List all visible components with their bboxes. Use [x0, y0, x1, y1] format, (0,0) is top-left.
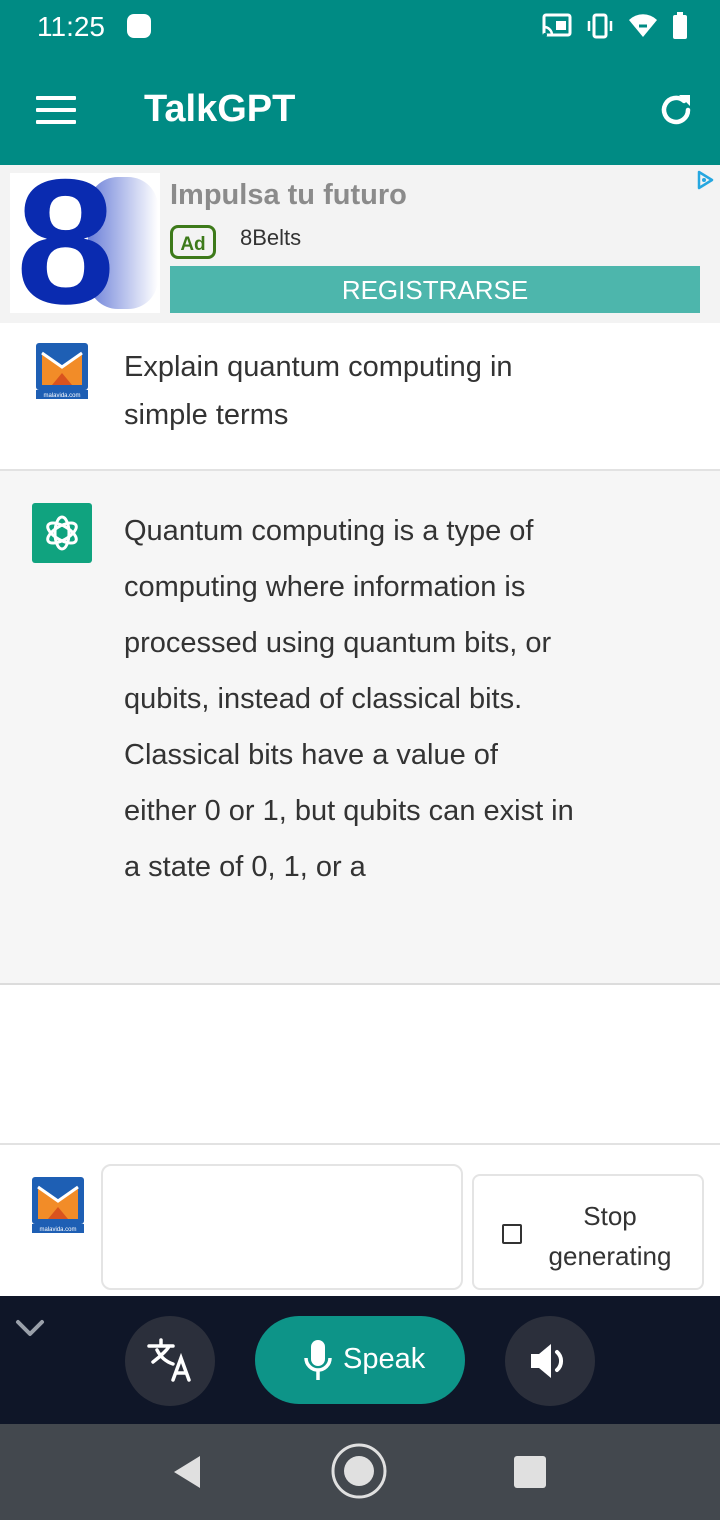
ad-logo: 8: [10, 142, 160, 341]
translate-button[interactable]: [125, 1316, 215, 1406]
svg-text:malavida.com: malavida.com: [39, 1227, 76, 1233]
microphone-icon: [304, 1340, 332, 1380]
menu-icon[interactable]: [36, 96, 76, 126]
speak-label: Speak: [343, 1343, 426, 1375]
ad-choices-icon[interactable]: [694, 169, 716, 191]
ad-cta-button[interactable]: REGISTRARSE: [170, 266, 700, 313]
status-bar: 11:25: [0, 0, 720, 58]
voice-bar: Speak: [0, 1296, 720, 1424]
stop-generating-button[interactable]: Stop generating: [472, 1174, 704, 1290]
back-icon[interactable]: [170, 1454, 204, 1490]
stop-generating-label: Stop generating: [548, 1201, 672, 1271]
svg-text:malavida.com: malavida.com: [43, 393, 80, 399]
ad-advertiser: 8Belts: [240, 225, 302, 250]
user-avatar: malavida.com: [32, 341, 92, 401]
openai-logo-icon: [32, 503, 92, 563]
stop-icon: [502, 1224, 522, 1244]
speak-button[interactable]: Speak: [255, 1316, 465, 1404]
notification-icon: [127, 14, 151, 38]
ad-logo-text: 8: [16, 173, 115, 313]
status-icons: [542, 12, 688, 40]
volume-button[interactable]: [505, 1316, 595, 1406]
ad-banner[interactable]: 8 Impulsa tu futuro Ad 8Belts REGISTRARS…: [0, 142, 720, 341]
app-title: TalkGPT: [144, 88, 296, 130]
translate-icon: [147, 1338, 191, 1382]
app-bar: TalkGPT: [0, 58, 720, 165]
nav-bar: [0, 1424, 720, 1520]
vibrate-icon: [587, 13, 613, 39]
user-message-text: Explain quantum computing in simple term…: [124, 351, 513, 431]
cast-icon: [542, 13, 572, 37]
battery-icon: [673, 12, 687, 39]
user-message: malavida.com Explain quantum computing i…: [0, 323, 720, 471]
input-user-avatar: malavida.com: [28, 1175, 88, 1235]
refresh-icon[interactable]: [656, 90, 696, 130]
status-time: 11:25: [37, 11, 105, 42]
ad-headline[interactable]: Impulsa tu futuro: [170, 179, 407, 212]
bot-message: Quantum computing is a type of computing…: [0, 471, 720, 985]
wifi-icon: [629, 14, 657, 38]
volume-icon: [531, 1344, 564, 1378]
ad-badge: Ad: [170, 225, 216, 259]
input-area: malavida.com Stop generating: [0, 1143, 720, 1298]
home-icon[interactable]: [330, 1442, 388, 1500]
message-input[interactable]: [101, 1164, 463, 1290]
bot-message-text: Quantum computing is a type of computing…: [124, 515, 574, 883]
chevron-down-icon[interactable]: [14, 1316, 46, 1340]
recents-icon[interactable]: [514, 1456, 546, 1488]
